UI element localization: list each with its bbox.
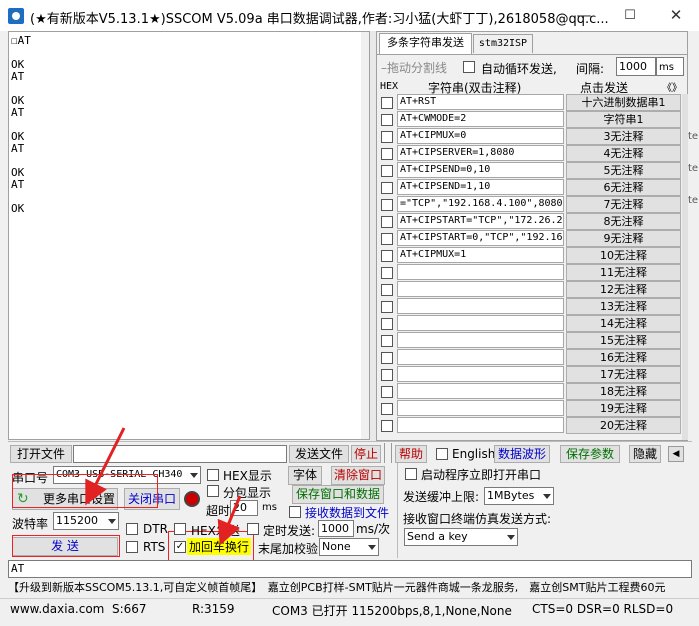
annotation-arrow bbox=[85, 427, 126, 506]
annotation-arrow bbox=[217, 495, 242, 546]
annotation-arrows bbox=[85, 427, 242, 546]
